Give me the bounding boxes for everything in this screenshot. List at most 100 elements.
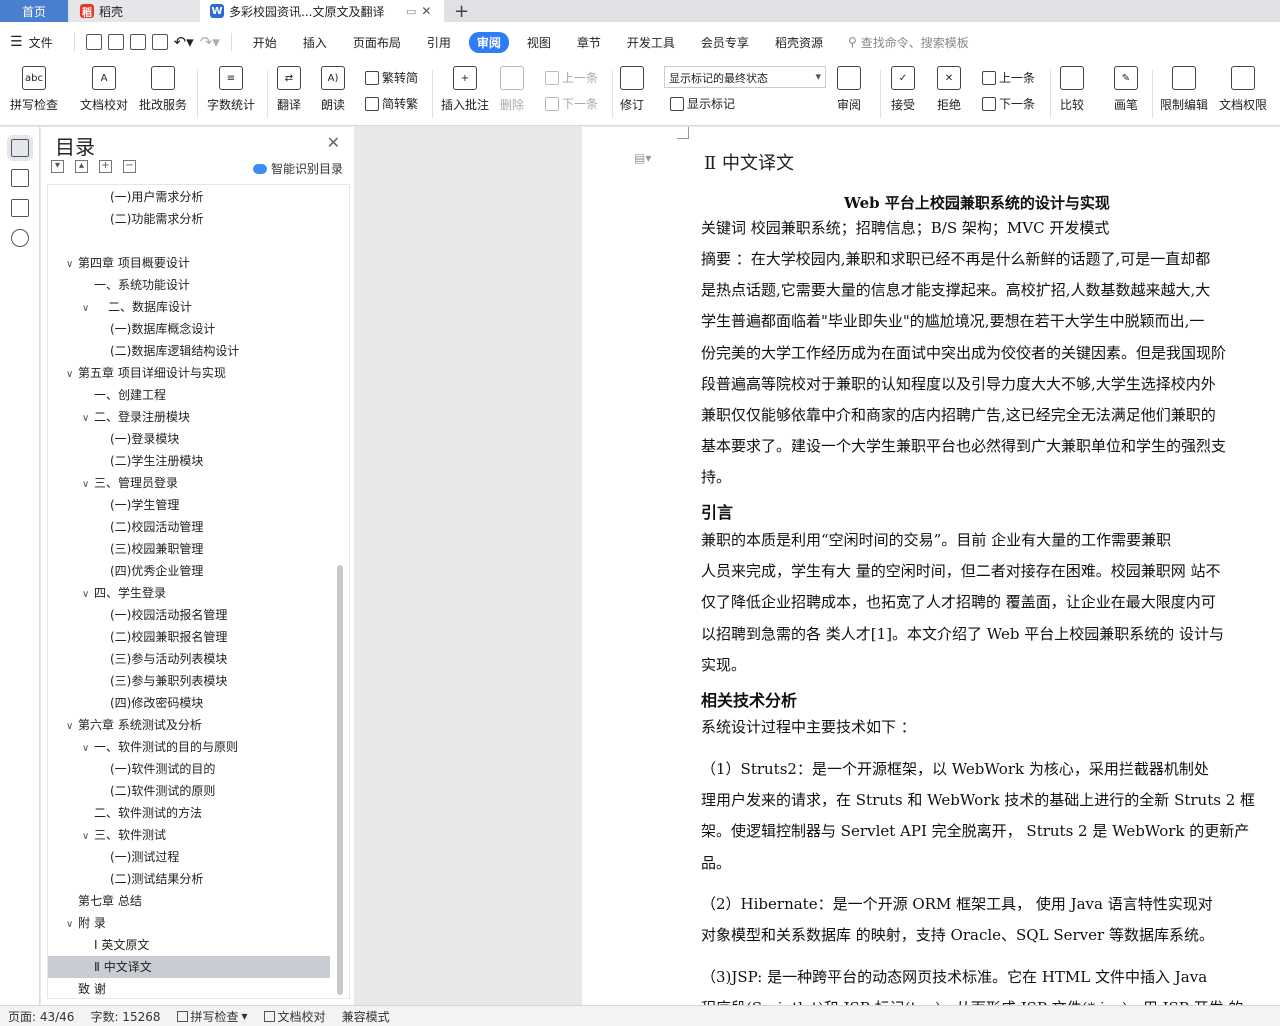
toc-panel-icon[interactable] [7, 135, 33, 161]
document-page[interactable]: ▤▾ Ⅱ 中文译文 Web 平台上校园兼职系统的设计与实现 关键词 校园兼职系统… [582, 127, 1280, 1005]
toc-item[interactable]: (一)用户需求分析 [48, 186, 330, 208]
chevron-down-icon[interactable]: ∨ [66, 364, 78, 386]
toc-item[interactable]: ∨ 二、登录注册模块 [48, 406, 330, 428]
toc-item[interactable]: (三)校园兼职管理 [48, 538, 330, 560]
chevron-down-icon[interactable]: ∨ [82, 738, 94, 760]
remove-heading-icon[interactable]: − [123, 160, 136, 173]
close-tab-icon[interactable]: ✕ [421, 4, 431, 18]
word-count-indicator[interactable]: 字数: 15268 [82, 1008, 168, 1025]
chevron-down-icon[interactable]: ∨ [66, 716, 78, 738]
menu-developer[interactable]: 开发工具 [619, 32, 683, 53]
paragraph-style-icon[interactable]: ▤▾ [634, 151, 651, 165]
chevron-down-icon[interactable]: ∨ [82, 826, 94, 848]
toc-item[interactable]: (二)学生注册模块 [48, 450, 330, 472]
toc-item[interactable]: (二)测试结果分析 [48, 868, 330, 890]
toc-item[interactable]: 一、系统功能设计 [48, 274, 330, 296]
toc-item[interactable]: ∨ 第六章 系统测试及分析 [48, 714, 330, 736]
doc-permission-button[interactable]: 文档权限 [1219, 66, 1267, 113]
toc-item[interactable]: (二)校园活动管理 [48, 516, 330, 538]
menu-page-layout[interactable]: 页面布局 [345, 32, 409, 53]
toc-item[interactable]: 二、软件测试的方法 [48, 802, 330, 824]
hamburger-icon[interactable]: ☰ [10, 34, 23, 50]
toc-item[interactable]: (一)登录模块 [48, 428, 330, 450]
add-heading-icon[interactable]: + [99, 160, 112, 173]
word-count-button[interactable]: ≡ 字数统计 [207, 66, 255, 113]
toc-item[interactable]: (四)修改密码模块 [48, 692, 330, 714]
markup-state-select[interactable]: 显示标记的最终状态 ▾ [664, 66, 826, 88]
read-aloud-button[interactable]: A) 朗读 [321, 66, 345, 113]
trad-to-simp-button[interactable]: 繁转简 [365, 69, 418, 86]
toc-item[interactable]: (三)参与兼职列表模块 [48, 670, 330, 692]
prev-comment-button[interactable]: 上一条 [545, 69, 598, 86]
prev-change-button[interactable]: 上一条 [982, 69, 1035, 86]
search-icon[interactable] [11, 229, 29, 247]
undo-icon[interactable]: ↶▾ [174, 33, 194, 51]
toc-item[interactable]: ∨ 三、软件测试 [48, 824, 330, 846]
delete-comment-button[interactable]: 删除 [500, 66, 524, 113]
spell-check-button[interactable]: abc 拼写检查 [10, 66, 58, 113]
menu-file[interactable]: 文件 [27, 32, 61, 53]
track-changes-button[interactable]: 修订 [620, 66, 644, 113]
toc-item[interactable]: (一)数据库概念设计 [48, 318, 330, 340]
toc-item[interactable]: (一)测试过程 [48, 846, 330, 868]
toc-item[interactable]: ∨ 四、学生登录 [48, 582, 330, 604]
toc-scrollbar[interactable] [337, 565, 343, 995]
new-tab-button[interactable]: + [444, 0, 479, 22]
toc-item[interactable]: ∨ 第五章 项目详细设计与实现 [48, 362, 330, 384]
proofread-status[interactable]: 文档校对 [256, 1008, 334, 1025]
toc-item[interactable]: (三)参与活动列表模块 [48, 648, 330, 670]
toc-item[interactable]: ∨ 二、数据库设计 [48, 296, 330, 318]
toc-item[interactable] [48, 230, 330, 252]
print-icon[interactable] [129, 34, 146, 50]
close-icon[interactable]: ✕ [327, 133, 340, 152]
chevron-down-icon[interactable]: ∨ [82, 474, 94, 496]
command-search[interactable]: ⚲ 查找命令、搜索模板 [848, 34, 969, 51]
toc-item[interactable]: 致 谢 [48, 978, 330, 998]
menu-daoke-resources[interactable]: 稻壳资源 [767, 32, 831, 53]
pen-button[interactable]: ✎ 画笔 [1114, 66, 1138, 113]
spell-check-status[interactable]: 拼写检查 ▾ [169, 1008, 256, 1025]
chevron-down-icon[interactable]: ∨ [66, 914, 78, 936]
bookmark-icon[interactable] [11, 199, 29, 217]
smart-toc-button[interactable]: 智能识别目录 [253, 160, 343, 177]
accept-button[interactable]: ✓ 接受 [891, 66, 915, 113]
reject-button[interactable]: ✕ 拒绝 [937, 66, 961, 113]
menu-references[interactable]: 引用 [419, 32, 459, 53]
toc-item[interactable]: ∨ 第四章 项目概要设计 [48, 252, 330, 274]
collapse-all-icon[interactable]: ▴ [75, 160, 88, 173]
restrict-editing-button[interactable]: 限制编辑 [1160, 66, 1208, 113]
page-indicator[interactable]: 页面: 43/46 [0, 1008, 82, 1025]
toc-item[interactable]: (一)校园活动报名管理 [48, 604, 330, 626]
doc-proofread-button[interactable]: A 文档校对 [80, 66, 128, 113]
menu-member[interactable]: 会员专享 [693, 32, 757, 53]
chevron-down-icon[interactable]: ∨ [82, 584, 94, 606]
toc-item[interactable]: (二)功能需求分析 [48, 208, 330, 230]
toc-item[interactable]: ∨ 附 录 [48, 912, 330, 934]
toc-item[interactable]: (二)校园兼职报名管理 [48, 626, 330, 648]
simp-to-trad-button[interactable]: 简转繁 [365, 95, 418, 112]
expand-all-icon[interactable]: ▾ [51, 160, 64, 173]
next-change-button[interactable]: 下一条 [982, 95, 1035, 112]
pin-icon[interactable]: ▭ [406, 5, 416, 18]
toc-item[interactable]: (二)数据库逻辑结构设计 [48, 340, 330, 362]
translate-button[interactable]: ⇄ 翻译 [277, 66, 301, 113]
toc-item[interactable]: 一、创建工程 [48, 384, 330, 406]
print-preview-icon[interactable] [151, 34, 168, 50]
next-comment-button[interactable]: 下一条 [545, 95, 598, 112]
toc-item[interactable]: (二)软件测试的原则 [48, 780, 330, 802]
compare-button[interactable]: 比较 [1060, 66, 1084, 113]
toc-item[interactable]: ∨ 一、软件测试的目的与原则 [48, 736, 330, 758]
chevron-down-icon[interactable]: ∨ [82, 298, 94, 320]
toc-item[interactable]: 第七章 总结 [48, 890, 330, 912]
toc-item[interactable]: ∨ 三、管理员登录 [48, 472, 330, 494]
navigation-icon[interactable] [11, 169, 29, 187]
menu-chapter[interactable]: 章节 [569, 32, 609, 53]
tab-home[interactable]: 首页 [0, 0, 68, 22]
toc-item[interactable]: Ⅰ 英文原文 [48, 934, 330, 956]
toc-item[interactable]: (一)软件测试的目的 [48, 758, 330, 780]
menu-review[interactable]: 审阅 [468, 31, 509, 53]
insert-comment-button[interactable]: + 插入批注 [441, 66, 489, 113]
toc-item[interactable]: (一)学生管理 [48, 494, 330, 516]
export-pdf-icon[interactable] [107, 34, 124, 50]
menu-view[interactable]: 视图 [519, 32, 559, 53]
